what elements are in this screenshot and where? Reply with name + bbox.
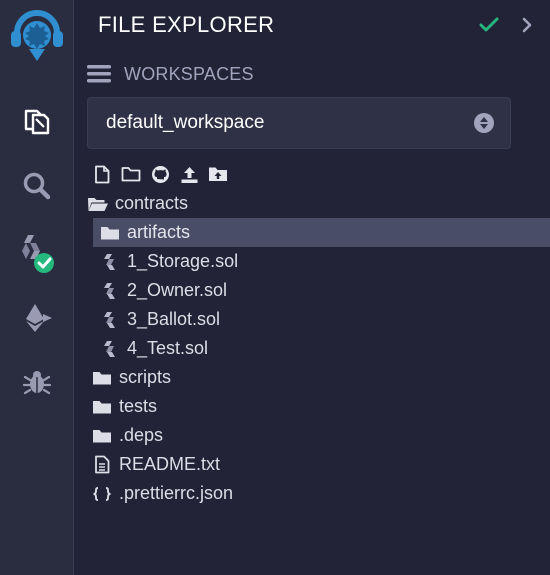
- tree-item-1-storage-sol[interactable]: 1_Storage.sol: [74, 247, 550, 276]
- tree-item-artifacts[interactable]: artifacts: [93, 218, 550, 247]
- upload-file-icon[interactable]: [178, 163, 200, 185]
- file-toolbar: [91, 163, 236, 185]
- tree-item-scripts[interactable]: scripts: [74, 363, 550, 392]
- tree-item-label: contracts: [115, 193, 189, 213]
- tree-item-label: .deps: [119, 425, 164, 445]
- tree-item-contracts[interactable]: contracts: [74, 189, 550, 218]
- folder-open-icon: [87, 193, 109, 215]
- tree-item-3-ballot-sol[interactable]: 3_Ballot.sol: [74, 305, 550, 334]
- tree-item-label: 4_Test.sol: [127, 338, 209, 358]
- ethereum-deploy-icon[interactable]: [0, 292, 73, 344]
- upload-folder-icon[interactable]: [207, 163, 229, 185]
- tree-item-label: tests: [119, 396, 158, 416]
- github-icon[interactable]: [149, 163, 171, 185]
- workspace-select[interactable]: default_workspace: [87, 97, 511, 149]
- remix-logo-icon[interactable]: [0, 6, 73, 64]
- folder-icon: [99, 222, 121, 244]
- json-file-icon: [91, 483, 113, 505]
- tree-item-4-test-sol[interactable]: 4_Test.sol: [74, 334, 550, 363]
- panel-header: FILE EXPLORER: [98, 10, 538, 40]
- workspace-select-value: default_workspace: [106, 112, 265, 133]
- tree-item-2-owner-sol[interactable]: 2_Owner.sol: [74, 276, 550, 305]
- checkmark-icon[interactable]: [478, 14, 500, 36]
- file-explorer-panel: FILE EXPLORER WORKSPACES default_workspa…: [74, 0, 550, 575]
- tree-item-label: .prettierrc.json: [119, 483, 234, 503]
- solidity-compiler-icon[interactable]: [0, 226, 73, 278]
- tree-item-deps[interactable]: .deps: [74, 421, 550, 450]
- tree-item-label: 2_Owner.sol: [127, 280, 228, 300]
- remix-ide: FILE EXPLORER WORKSPACES default_workspa…: [0, 0, 550, 575]
- panel-title: FILE EXPLORER: [98, 12, 275, 37]
- tree-item-label: README.txt: [119, 454, 221, 474]
- solidity-file-icon: [99, 338, 121, 360]
- file-tree: contracts artifacts 1_Storage.sol 2_Owne…: [74, 189, 550, 508]
- tree-item-tests[interactable]: tests: [74, 392, 550, 421]
- tree-item-label: artifacts: [127, 222, 191, 242]
- folder-icon: [91, 425, 113, 447]
- folder-icon: [91, 367, 113, 389]
- tree-item-label: 3_Ballot.sol: [127, 309, 221, 329]
- hamburger-menu-icon[interactable]: [86, 63, 112, 85]
- tree-item-readme-txt[interactable]: README.txt: [74, 450, 550, 479]
- search-icon[interactable]: [0, 160, 73, 212]
- select-arrows-icon: [474, 113, 494, 133]
- solidity-file-icon: [99, 309, 121, 331]
- new-folder-icon[interactable]: [120, 163, 142, 185]
- debugger-icon[interactable]: [0, 356, 73, 408]
- workspaces-label: WORKSPACES: [124, 63, 254, 84]
- solidity-file-icon: [99, 251, 121, 273]
- tree-item-label: scripts: [119, 367, 172, 387]
- tree-item-prettierrc-json[interactable]: .prettierrc.json: [74, 479, 550, 508]
- folder-icon: [91, 396, 113, 418]
- text-file-icon: [91, 454, 113, 476]
- tree-item-label: 1_Storage.sol: [127, 251, 239, 271]
- solidity-file-icon: [99, 280, 121, 302]
- workspaces-row: WORKSPACES: [86, 60, 254, 88]
- new-file-icon[interactable]: [91, 163, 113, 185]
- icon-rail: [0, 0, 74, 575]
- file-explorer-icon[interactable]: [0, 94, 73, 146]
- chevron-right-icon[interactable]: [516, 14, 538, 36]
